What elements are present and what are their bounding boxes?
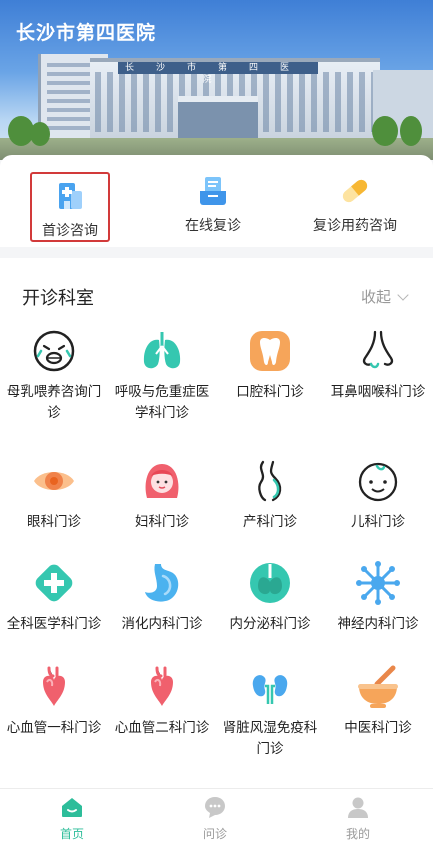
dept-label: 产科门诊: [243, 514, 297, 530]
hospital-banner: 长沙市第四医院 长沙市第四医院: [0, 0, 433, 160]
collapse-label: 收起: [360, 288, 391, 306]
department-section: 开诊科室 收起 母乳喂养咨询门诊 呼吸与危重症医学科门诊 口腔科门诊 耳鼻咽喉科…: [0, 258, 433, 788]
building-entrance: [178, 96, 258, 140]
medical-cross-icon: [31, 560, 77, 606]
building-sign: 长沙市第四医院: [118, 62, 318, 85]
dept-label: 妇科门诊: [135, 514, 189, 530]
chevron-down-icon: [397, 289, 409, 301]
dept-cardiology-2[interactable]: 心血管二科门诊: [108, 664, 216, 739]
action-label: 在线复诊: [185, 218, 241, 234]
pregnant-belly-icon: [247, 458, 293, 504]
action-label: 复诊用药咨询: [313, 218, 397, 234]
dept-general-medicine[interactable]: 全科医学科门诊: [0, 560, 108, 635]
dept-label: 眼科门诊: [27, 514, 81, 530]
mortar-pestle-icon: [355, 664, 401, 710]
pill-capsule-icon: [339, 175, 371, 207]
tooth-icon: [247, 328, 293, 374]
heart-icon: [31, 664, 77, 710]
dept-label: 肾脏风湿免疫科门诊: [222, 720, 318, 757]
tree-decoration: [400, 116, 422, 146]
chat-bubble-icon: [203, 795, 227, 819]
lungs-icon: [139, 328, 185, 374]
eye-icon: [31, 458, 77, 504]
nose-icon: [355, 328, 401, 374]
quick-actions: 首诊咨询 在线复诊 复诊用药咨询: [0, 155, 433, 247]
dept-breastfeeding[interactable]: 母乳喂养咨询门诊: [0, 328, 108, 424]
action-label: 首诊咨询: [42, 223, 98, 239]
dept-label: 母乳喂养咨询门诊: [6, 384, 102, 421]
section-title: 开诊科室: [22, 288, 94, 309]
dept-label: 耳鼻咽喉科门诊: [330, 384, 426, 400]
dept-ophthalmology[interactable]: 眼科门诊: [0, 458, 108, 533]
tree-decoration: [30, 122, 50, 146]
dept-pediatrics[interactable]: 儿科门诊: [324, 458, 432, 533]
dept-nephrology-rheumatology[interactable]: 肾脏风湿免疫科门诊: [216, 664, 324, 760]
dept-label: 呼吸与危重症医学科门诊: [114, 384, 210, 421]
dept-label: 消化内科门诊: [121, 616, 203, 632]
collapse-toggle[interactable]: 收起: [360, 286, 409, 307]
dept-tcm[interactable]: 中医科门诊: [324, 664, 432, 739]
dept-label: 儿科门诊: [351, 514, 405, 530]
dept-endocrinology[interactable]: 内分泌科门诊: [216, 560, 324, 635]
tab-label: 问诊: [202, 827, 227, 841]
tab-consult[interactable]: 问诊: [185, 795, 245, 842]
kidneys-icon: [247, 664, 293, 710]
tab-mine[interactable]: 我的: [328, 795, 388, 842]
dept-obstetrics[interactable]: 产科门诊: [216, 458, 324, 533]
home-icon: [60, 795, 84, 819]
stomach-icon: [139, 560, 185, 606]
dept-label: 中医科门诊: [344, 720, 412, 736]
online-revisit-button[interactable]: 在线复诊: [143, 165, 283, 241]
online-revisit-icon: [197, 175, 229, 207]
thyroid-icon: [247, 560, 293, 606]
dept-stomatology[interactable]: 口腔科门诊: [216, 328, 324, 403]
dept-ent[interactable]: 耳鼻咽喉科门诊: [324, 328, 432, 403]
user-icon: [346, 795, 370, 819]
dept-gynecology[interactable]: 妇科门诊: [108, 458, 216, 533]
revisit-medication-button[interactable]: 复诊用药咨询: [285, 165, 425, 241]
neuron-icon: [355, 560, 401, 606]
dept-label: 神经内科门诊: [337, 616, 419, 632]
dept-respiratory[interactable]: 呼吸与危重症医学科门诊: [108, 328, 216, 424]
hospital-title: 长沙市第四医院: [16, 22, 157, 44]
dept-neurology[interactable]: 神经内科门诊: [324, 560, 432, 635]
woman-face-icon: [139, 458, 185, 504]
first-consult-button[interactable]: 首诊咨询: [30, 172, 110, 242]
dept-label: 心血管二科门诊: [114, 720, 210, 736]
dept-label: 内分泌科门诊: [229, 616, 311, 632]
dept-label: 全科医学科门诊: [6, 616, 102, 632]
dept-cardiology-1[interactable]: 心血管一科门诊: [0, 664, 108, 739]
dept-gastroenterology[interactable]: 消化内科门诊: [108, 560, 216, 635]
dept-label: 心血管一科门诊: [6, 720, 102, 736]
child-face-icon: [355, 458, 401, 504]
crying-baby-icon: [31, 328, 77, 374]
hospital-building-icon: [54, 180, 86, 212]
tab-label: 我的: [345, 827, 370, 841]
tab-label: 首页: [59, 827, 84, 841]
tab-home[interactable]: 首页: [42, 795, 102, 842]
heart-icon: [139, 664, 185, 710]
dept-label: 口腔科门诊: [236, 384, 304, 400]
tree-decoration: [372, 116, 398, 146]
bottom-tab-bar: 首页 问诊 我的: [0, 788, 433, 848]
